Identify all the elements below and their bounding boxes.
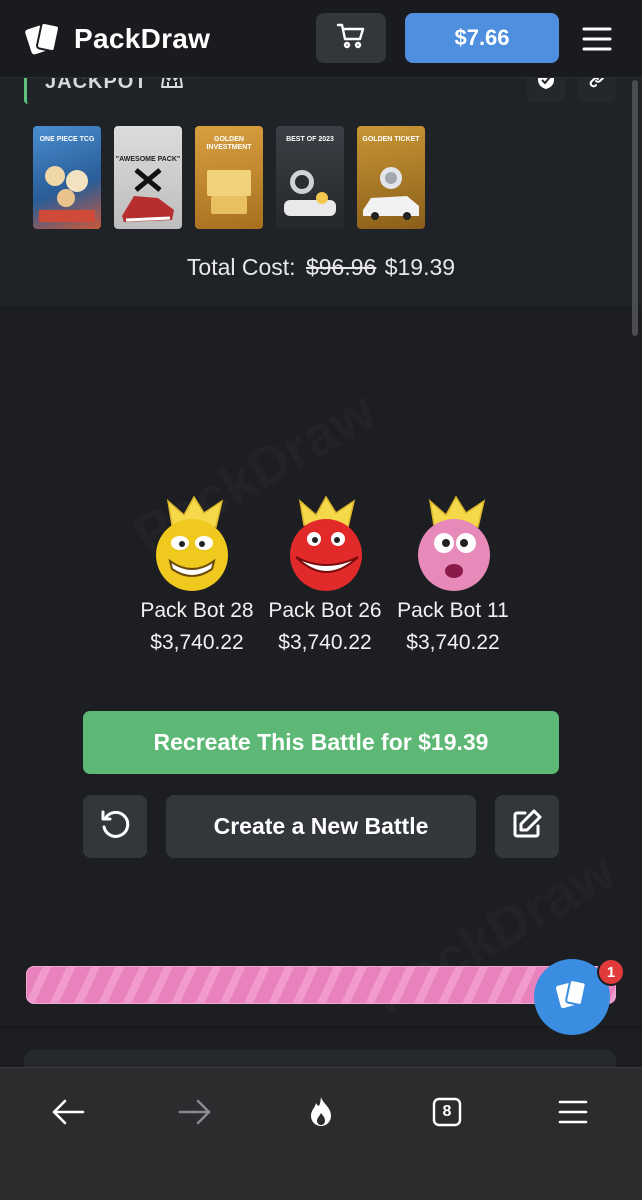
recreate-battle-button[interactable]: Recreate This Battle for $19.39: [83, 711, 559, 774]
edit-battle-button[interactable]: [495, 795, 559, 858]
notification-badge: 1: [597, 958, 625, 986]
pack-thumbnail[interactable]: ONE PIECE TCG: [33, 126, 101, 229]
pink-bot-avatar: [408, 495, 498, 595]
winner-card: Pack Bot 11 $3,740.22: [389, 495, 517, 655]
brand-logo[interactable]: PackDraw: [24, 19, 210, 59]
original-price: $96.96: [305, 254, 377, 280]
cart-icon: [336, 22, 366, 55]
bot-name: Pack Bot 11: [397, 599, 509, 622]
battle-progress-bar: [26, 966, 616, 1004]
page-scrollbar[interactable]: [632, 80, 638, 336]
winner-list: Pack Bot 28 $3,740.22 Pack Bot 26 $3,740…: [133, 495, 517, 655]
tabs-count: 8: [442, 1103, 452, 1120]
bot-name: Pack Bot 28: [140, 599, 254, 622]
pack-list: ONE PIECE TCG "AWESOME PACK" GOLDEN INVE…: [33, 126, 425, 229]
packdraw-logo-icon: [24, 19, 64, 59]
flame-icon[interactable]: [299, 1090, 343, 1134]
bot-value: $3,740.22: [150, 631, 244, 654]
tabs-icon[interactable]: 8: [425, 1090, 469, 1134]
forward-arrow-icon[interactable]: [173, 1090, 217, 1134]
red-grin-bot-avatar: [280, 495, 370, 595]
yellow-grin-bot-avatar: [152, 495, 242, 595]
hamburger-menu-icon[interactable]: [580, 22, 614, 56]
total-cost-label: Total Cost:: [186, 254, 296, 280]
brand-name: PackDraw: [74, 22, 211, 54]
page: { "header": { "brand": "PackDraw", "bala…: [0, 0, 642, 1200]
refresh-button[interactable]: [83, 795, 147, 858]
refresh-icon: [98, 807, 132, 846]
discounted-price: $19.39: [384, 254, 456, 280]
back-arrow-icon[interactable]: [46, 1090, 90, 1134]
balance-button[interactable]: $7.66: [405, 13, 559, 63]
total-cost: Total Cost: $96.96 $19.39: [0, 254, 642, 281]
edit-icon: [510, 807, 544, 846]
winner-card: Pack Bot 26 $3,740.22: [261, 495, 389, 655]
pack-thumbnail[interactable]: GOLDEN TICKET: [357, 126, 425, 229]
create-new-battle-button[interactable]: Create a New Battle: [166, 795, 476, 858]
winner-card: Pack Bot 28 $3,740.22: [133, 495, 261, 655]
pack-thumbnail[interactable]: GOLDEN INVESTMENT: [195, 126, 263, 229]
pack-thumbnail[interactable]: "AWESOME PACK": [114, 126, 182, 229]
browser-menu-icon[interactable]: [551, 1090, 595, 1134]
section-divider: [0, 1026, 642, 1028]
cart-button[interactable]: [316, 13, 386, 63]
bot-value: $3,740.22: [278, 631, 372, 654]
pack-thumbnail[interactable]: BEST OF 2023: [276, 126, 344, 229]
bot-name: Pack Bot 26: [268, 599, 382, 622]
top-navbar: PackDraw $7.66: [0, 0, 642, 78]
browser-toolbar: 8: [0, 1067, 642, 1200]
cards-icon: [552, 975, 592, 1020]
bot-value: $3,740.22: [406, 631, 500, 654]
